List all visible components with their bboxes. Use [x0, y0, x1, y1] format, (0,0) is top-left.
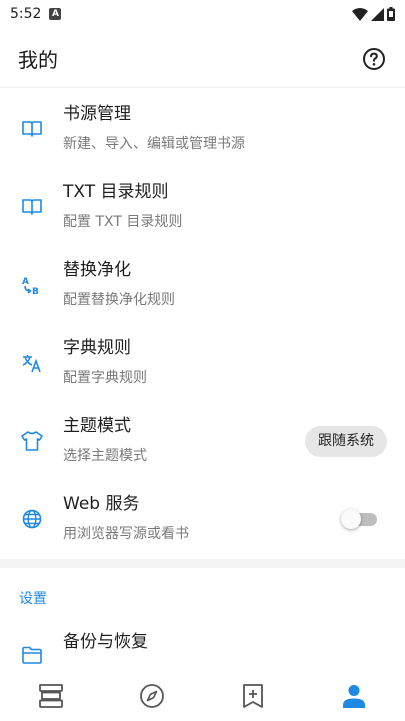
status-bar: 5:52 A — [0, 0, 405, 28]
status-icons — [352, 7, 395, 21]
theme-mode-chip[interactable]: 跟随系统 — [305, 426, 387, 457]
page-title: 我的 — [18, 48, 58, 72]
list-item-book-source[interactable]: 书源管理 新建、导入、编辑或管理书源 — [0, 90, 405, 168]
svg-text:A: A — [22, 277, 29, 287]
list-item-backup-restore[interactable]: 备份与恢复 — [0, 620, 405, 670]
notification-icon: A — [49, 8, 62, 20]
toggle-thumb — [341, 509, 361, 529]
item-title: 字典规则 — [63, 338, 131, 358]
web-service-toggle[interactable] — [341, 509, 377, 529]
list-item-replace-rules[interactable]: A B 替换净化 配置替换净化规则 — [0, 246, 405, 324]
nav-my[interactable] — [304, 670, 405, 721]
book-open-icon — [21, 118, 43, 140]
item-title: 书源管理 — [63, 104, 131, 124]
compass-icon — [139, 683, 164, 708]
item-title: 主题模式 — [63, 416, 131, 436]
nav-discover[interactable] — [101, 670, 202, 721]
list-item-web-service[interactable]: Web 服务 用浏览器写源或看书 — [0, 480, 405, 558]
translate-icon — [21, 352, 43, 374]
globe-icon — [21, 508, 43, 530]
settings-list: 书源管理 新建、导入、编辑或管理书源 TXT 目录规则 配置 TXT 目录规则 … — [0, 90, 405, 558]
svg-text:B: B — [32, 287, 39, 296]
item-title: TXT 目录规则 — [63, 182, 169, 202]
bookshelf-icon — [38, 683, 63, 708]
bookmark-plus-icon — [243, 683, 264, 708]
cellular-signal-icon — [371, 7, 384, 21]
book-open-icon — [21, 196, 43, 218]
item-subtitle: 配置字典规则 — [63, 370, 147, 386]
nav-rss[interactable] — [203, 670, 304, 721]
item-title: 备份与恢复 — [63, 632, 148, 652]
person-icon — [343, 684, 366, 708]
list-item-dictionary-rules[interactable]: 字典规则 配置字典规则 — [0, 324, 405, 402]
help-circle-icon — [363, 47, 385, 70]
list-item-txt-toc-rules[interactable]: TXT 目录规则 配置 TXT 目录规则 — [0, 168, 405, 246]
item-subtitle: 选择主题模式 — [63, 448, 147, 464]
app-bar: 我的 — [0, 30, 405, 88]
section-header-settings: 设置 — [19, 591, 47, 607]
item-title: 替换净化 — [63, 260, 131, 280]
item-subtitle: 新建、导入、编辑或管理书源 — [63, 136, 245, 152]
item-subtitle: 配置 TXT 目录规则 — [63, 214, 183, 230]
item-subtitle: 用浏览器写源或看书 — [63, 526, 189, 542]
list-item-theme-mode[interactable]: 主题模式 选择主题模式 跟随系统 — [0, 402, 405, 480]
item-subtitle: 配置替换净化规则 — [63, 292, 175, 308]
replace-ab-icon: A B — [21, 274, 43, 296]
folder-icon — [21, 644, 43, 666]
wifi-icon — [352, 7, 368, 21]
section-divider — [0, 559, 405, 568]
battery-icon — [387, 7, 395, 21]
status-time: 5:52 — [10, 6, 42, 22]
nav-bookshelf[interactable] — [0, 670, 101, 721]
tshirt-icon — [21, 430, 43, 452]
bottom-navigation — [0, 670, 405, 721]
item-title: Web 服务 — [63, 494, 140, 514]
help-button[interactable] — [361, 46, 387, 72]
